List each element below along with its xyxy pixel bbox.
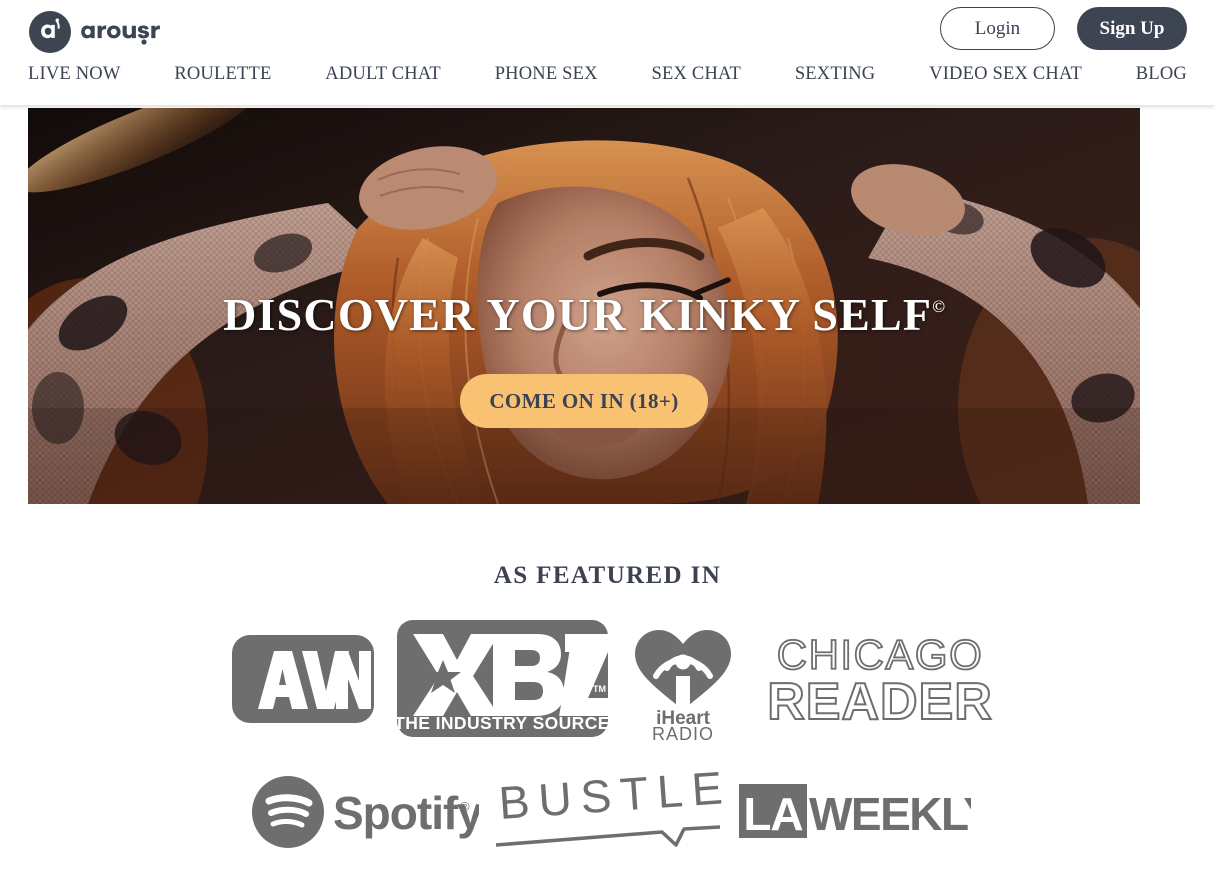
avn-logo-icon (231, 634, 374, 723)
iheartradio-logo-icon: iHeart RADIO (634, 629, 731, 740)
arousr-wordmark-icon (81, 25, 160, 45)
press-logo-la-weekly[interactable]: LA WEEKLY (730, 776, 975, 848)
hero-banner: DISCOVER YOUR KINKY SELF© COME ON IN (18… (28, 108, 1140, 504)
radio-wordmark: RADIO (651, 724, 713, 740)
site-header: Login Sign Up LIVE NOW ROULETTE ADULT CH… (0, 0, 1215, 105)
nav-item-roulette[interactable]: ROULETTE (174, 64, 271, 85)
login-button[interactable]: Login (940, 7, 1055, 50)
spotify-wordmark: Spotify (333, 787, 479, 839)
chicago-reader-logo-icon: CHICAGO READER (766, 630, 993, 732)
hero-title-copyright: © (932, 296, 945, 316)
nav-item-sex-chat[interactable]: SEX CHAT (652, 64, 741, 85)
brand-logo[interactable] (28, 10, 216, 54)
reader-wordmark: READER (767, 673, 993, 731)
press-logo-row-1: TM THE INDUSTRY SOURCE iHeart RADIO CHIC… (0, 616, 1215, 741)
svg-text:TM: TM (593, 684, 606, 694)
press-logo-row-2: Spotify ® BUSTLE LA WEEKLY (0, 769, 1215, 855)
auth-buttons: Login Sign Up (940, 7, 1187, 50)
nav-item-blog[interactable]: BLOG (1136, 64, 1187, 85)
la-weekly-logo-icon: LA WEEKLY (738, 784, 971, 840)
xbiz-tagline: THE INDUSTRY SOURCE (395, 713, 610, 733)
press-logo-avn[interactable] (210, 625, 395, 733)
svg-text:®: ® (460, 799, 470, 814)
spotify-logo-icon: Spotify ® (251, 776, 479, 848)
as-featured-in-section: AS FEATURED IN TM THE INDUSTRY SOURCE iH… (0, 504, 1215, 855)
nav-item-sexting[interactable]: SEXTING (795, 64, 876, 85)
nav-item-phone-sex[interactable]: PHONE SEX (495, 64, 598, 85)
la-wordmark: LA (743, 788, 802, 840)
nav-item-live-now[interactable]: LIVE NOW (28, 64, 121, 85)
nav-item-video-sex-chat[interactable]: VIDEO SEX CHAT (929, 64, 1082, 85)
featured-heading: AS FEATURED IN (493, 562, 722, 589)
press-logo-chicago-reader[interactable]: CHICAGO READER (755, 625, 1005, 733)
signup-button[interactable]: Sign Up (1077, 7, 1187, 50)
arousr-circle-mark-icon (29, 11, 71, 53)
chicago-wordmark: CHICAGO (777, 631, 984, 678)
come-on-in-button[interactable]: COME ON IN (18+) (460, 374, 708, 428)
press-logo-xbiz[interactable]: TM THE INDUSTRY SOURCE (395, 616, 610, 741)
nav-item-adult-chat[interactable]: ADULT CHAT (325, 64, 441, 85)
bustle-wordmark: BUSTLE (497, 769, 726, 829)
hero-title-text: DISCOVER YOUR KINKY SELF (223, 289, 933, 340)
press-logo-spotify[interactable]: Spotify ® (240, 771, 485, 853)
xbiz-logo-icon: TM THE INDUSTRY SOURCE (395, 620, 610, 737)
press-logo-iheartradio[interactable]: iHeart RADIO (610, 618, 755, 740)
hero-title: DISCOVER YOUR KINKY SELF© (223, 292, 945, 338)
weekly-wordmark: WEEKLY (809, 788, 971, 840)
hero-content: DISCOVER YOUR KINKY SELF© COME ON IN (18… (28, 292, 1140, 428)
main-navigation: LIVE NOW ROULETTE ADULT CHAT PHONE SEX S… (0, 64, 1215, 85)
bustle-logo-icon: BUSTLE (495, 769, 726, 847)
press-logo-bustle[interactable]: BUSTLE (485, 769, 730, 855)
